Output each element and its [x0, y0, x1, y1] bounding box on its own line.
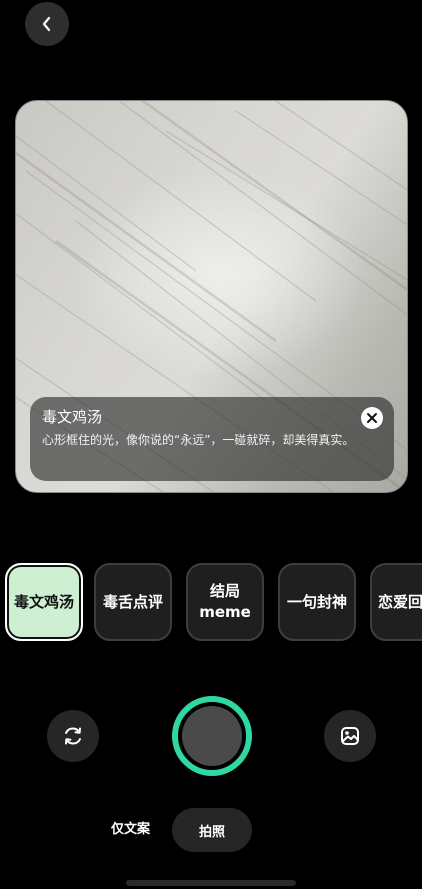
shutter-inner [182, 706, 242, 766]
close-icon [367, 413, 377, 423]
chip-romance[interactable]: 恋爱回 [370, 563, 422, 641]
caption-title: 毒文鸡汤 [42, 408, 103, 426]
caption-text: 心形框住的光，像你说的“永远”，一碰就碎，却美得真实。 [42, 433, 355, 447]
back-button[interactable] [25, 2, 69, 46]
chip-sharp-review[interactable]: 毒舌点评 [94, 563, 172, 641]
chip-ending-meme[interactable]: 结局 meme [186, 563, 264, 641]
chevron-left-icon [42, 16, 51, 32]
mode-take-photo[interactable]: 拍照 [172, 808, 252, 852]
flip-camera-icon [65, 727, 81, 745]
home-indicator [126, 880, 296, 886]
flip-camera-button[interactable] [47, 710, 99, 762]
camera-preview: 毒文鸡汤 心形框住的光，像你说的“永远”，一碰就碎，却美得真实。 [15, 100, 408, 493]
chip-one-liner[interactable]: 一句封神 [278, 563, 356, 641]
gallery-button[interactable] [324, 710, 376, 762]
gallery-icon [341, 727, 359, 745]
caption-card: 毒文鸡汤 心形框住的光，像你说的“永远”，一碰就碎，却美得真实。 [30, 397, 394, 481]
style-chip-row: 毒文鸡汤 毒舌点评 结局 meme 一句封神 恋爱回 [0, 560, 422, 646]
mode-copy-only[interactable]: 仅文案 [111, 812, 150, 848]
caption-close-button[interactable] [361, 407, 383, 429]
shutter-button[interactable] [172, 696, 252, 776]
chip-poison-soup[interactable]: 毒文鸡汤 [5, 563, 83, 641]
